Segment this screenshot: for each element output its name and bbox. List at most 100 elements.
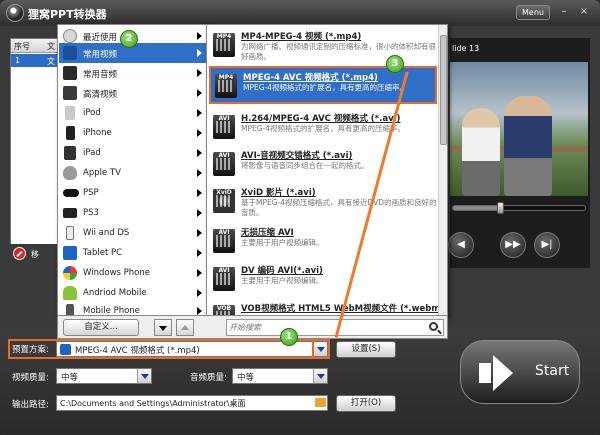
menu-item-label: iPad xyxy=(83,148,101,158)
chevron-right-icon xyxy=(197,69,202,77)
film-icon: AVI xyxy=(213,267,235,291)
col-index-header[interactable]: 序号 xyxy=(14,41,30,52)
preset-format-icon xyxy=(60,344,71,355)
apple-tv-icon xyxy=(63,166,77,180)
folder-icon[interactable] xyxy=(315,398,326,407)
file-row[interactable]: 1 文 xyxy=(11,54,59,67)
app-logo-icon xyxy=(6,4,24,22)
custom-button[interactable]: 自定义... xyxy=(63,319,139,336)
film-icon: AVI xyxy=(213,115,235,139)
menu-item-apple-tv[interactable]: Apple TV xyxy=(59,163,206,183)
menu-item-label: Tablet PC xyxy=(83,248,123,258)
menu-item-label: 最近使用 xyxy=(83,33,118,43)
step-badge-1: 1 xyxy=(280,328,298,346)
menu-item-ipod[interactable]: iPod xyxy=(59,103,206,123)
menu-item-windows-phone[interactable]: Windows Phone xyxy=(59,263,206,283)
format-desc: 为网络广播、视频通讯定制的压缩标准，很小的体积却有很好画质。 xyxy=(241,42,436,61)
start-label: Start xyxy=(535,363,570,379)
chevron-right-icon xyxy=(197,149,202,157)
iphone-icon xyxy=(66,126,75,140)
settings-button[interactable]: 设置(S) xyxy=(336,341,396,358)
format-desc: MPEG-4视频格式的扩展名，具有更高的压缩率。 xyxy=(243,83,408,92)
step-badge-2: 2 xyxy=(120,30,138,48)
format-item[interactable]: AVI DV 编码 AVI(*.avi) 主要用于用户视频编辑。 xyxy=(209,261,437,299)
menu-item-audio[interactable]: 常用音频 xyxy=(59,63,206,83)
file-row-index: 1 xyxy=(15,56,21,65)
scroll-up-button[interactable] xyxy=(176,319,194,336)
menu-item-label: Windows Phone xyxy=(83,268,150,278)
preview-title: lide 13 xyxy=(452,44,480,53)
video-quality-label: 视频质量: xyxy=(12,373,49,383)
chevron-right-icon xyxy=(197,189,202,197)
menu-item-wii[interactable]: Wii and DS xyxy=(59,223,206,243)
ps3-icon xyxy=(63,208,77,218)
format-title: 无损压缩 AVI xyxy=(241,228,294,238)
app-window: 狸窝PPT转换器 Menu – × 序号 文 1 文 移 lide 13 ◀ ▶… xyxy=(0,0,600,435)
video-quality-dropdown-icon[interactable] xyxy=(137,369,151,383)
scroll-thumb[interactable] xyxy=(440,35,447,145)
format-desc: MPEG-4视频格式的扩展名，具有更高的压缩率。 xyxy=(241,124,406,133)
annotation-dropdown-frame xyxy=(312,339,330,359)
film-reel-icon: XviD xyxy=(213,189,235,213)
audio-quality-value: 中等 xyxy=(237,373,255,383)
chevron-right-icon xyxy=(197,307,202,315)
chevron-right-icon xyxy=(197,209,202,217)
seek-handle[interactable] xyxy=(497,202,504,214)
format-scrollbar[interactable] xyxy=(438,25,447,316)
audio-quality-dropdown-icon[interactable] xyxy=(313,369,327,383)
format-desc: 将影像与语音同步组合在一起的格式。 xyxy=(241,161,369,170)
windows-phone-icon xyxy=(63,266,77,280)
close-button[interactable]: × xyxy=(578,6,590,18)
scroll-down-button[interactable] xyxy=(154,319,172,336)
chevron-right-icon xyxy=(197,169,202,177)
menu-button[interactable]: Menu xyxy=(516,5,550,20)
menu-item-ps3[interactable]: PS3 xyxy=(59,203,206,223)
format-title: MPEG-4 AVC 视频格式 (*.mp4) xyxy=(243,73,378,83)
next-button[interactable]: ▶| xyxy=(534,232,560,258)
rewind-button[interactable]: ◀ xyxy=(448,232,474,258)
menu-item-label: iPhone xyxy=(83,128,112,138)
format-title: AVI-音视频交错格式 (*.avi) xyxy=(241,151,353,161)
format-item[interactable]: AVI AVI-音视频交错格式 (*.avi) 将影像与语音同步组合在一起的格式… xyxy=(209,146,437,184)
audio-quality-select[interactable]: 中等 xyxy=(232,368,328,384)
output-path-input[interactable]: C:\Documents and Settings\Administrator\… xyxy=(56,395,328,411)
film-icon: MP4 xyxy=(215,74,237,98)
chevron-right-icon xyxy=(197,269,202,277)
menu-item-hd[interactable]: 高清视频 xyxy=(59,83,206,103)
search-input[interactable] xyxy=(229,321,419,334)
format-menu: MP4 MP4-MPEG-4 视频 (*.mp4) 为网络广播、视频通讯定制的压… xyxy=(206,24,448,317)
format-item[interactable]: AVI H.264/MPEG-4 AVC 视频格式 (*.avi) MPEG-4… xyxy=(209,109,437,147)
search-icon[interactable] xyxy=(429,322,438,331)
app-title: 狸窝PPT转换器 xyxy=(28,8,107,21)
format-item[interactable]: AVI 无损压缩 AVI 主要用于用户视频编辑。 xyxy=(209,223,437,261)
menu-item-psp[interactable]: PSP xyxy=(59,183,206,203)
chevron-right-icon xyxy=(197,109,202,117)
hd-icon xyxy=(63,86,77,100)
menu-item-android[interactable]: Andriod Mobile xyxy=(59,283,206,303)
fast-forward-button[interactable]: ▶▶ xyxy=(500,232,526,258)
video-quality-select[interactable]: 中等 xyxy=(56,368,152,384)
menu-item-label: 常用视频 xyxy=(83,50,118,60)
audio-quality-label: 音频质量: xyxy=(190,373,227,383)
format-item[interactable]: XviD XviD 影片 (*.avi) 基于MPEG-4视频压缩格式，具有接近… xyxy=(209,183,437,221)
wii-icon xyxy=(66,226,74,240)
file-row-name: 文 xyxy=(47,57,55,66)
delete-label[interactable]: 移 xyxy=(31,249,39,260)
chevron-right-icon xyxy=(197,49,202,57)
menu-item-tablet[interactable]: Tablet PC xyxy=(59,243,206,263)
start-button[interactable]: Start xyxy=(460,340,580,404)
start-arrow-icon xyxy=(479,355,513,391)
seek-bar[interactable] xyxy=(452,202,586,214)
recent-icon xyxy=(63,29,77,43)
delete-icon[interactable] xyxy=(13,247,26,260)
preset-value: MPEG-4 AVC 视频格式 (*.mp4) xyxy=(75,346,200,356)
open-button[interactable]: 打开(O) xyxy=(336,395,396,412)
film-icon: AVI xyxy=(213,152,235,176)
col-file-header[interactable]: 文 xyxy=(47,41,55,52)
tablet-icon xyxy=(63,246,77,260)
ipod-icon xyxy=(65,106,75,120)
menu-item-ipad[interactable]: iPad xyxy=(59,143,206,163)
menu-item-iphone[interactable]: iPhone xyxy=(59,123,206,143)
menu-item-label: iPod xyxy=(83,108,101,118)
minimize-button[interactable]: – xyxy=(558,6,570,18)
